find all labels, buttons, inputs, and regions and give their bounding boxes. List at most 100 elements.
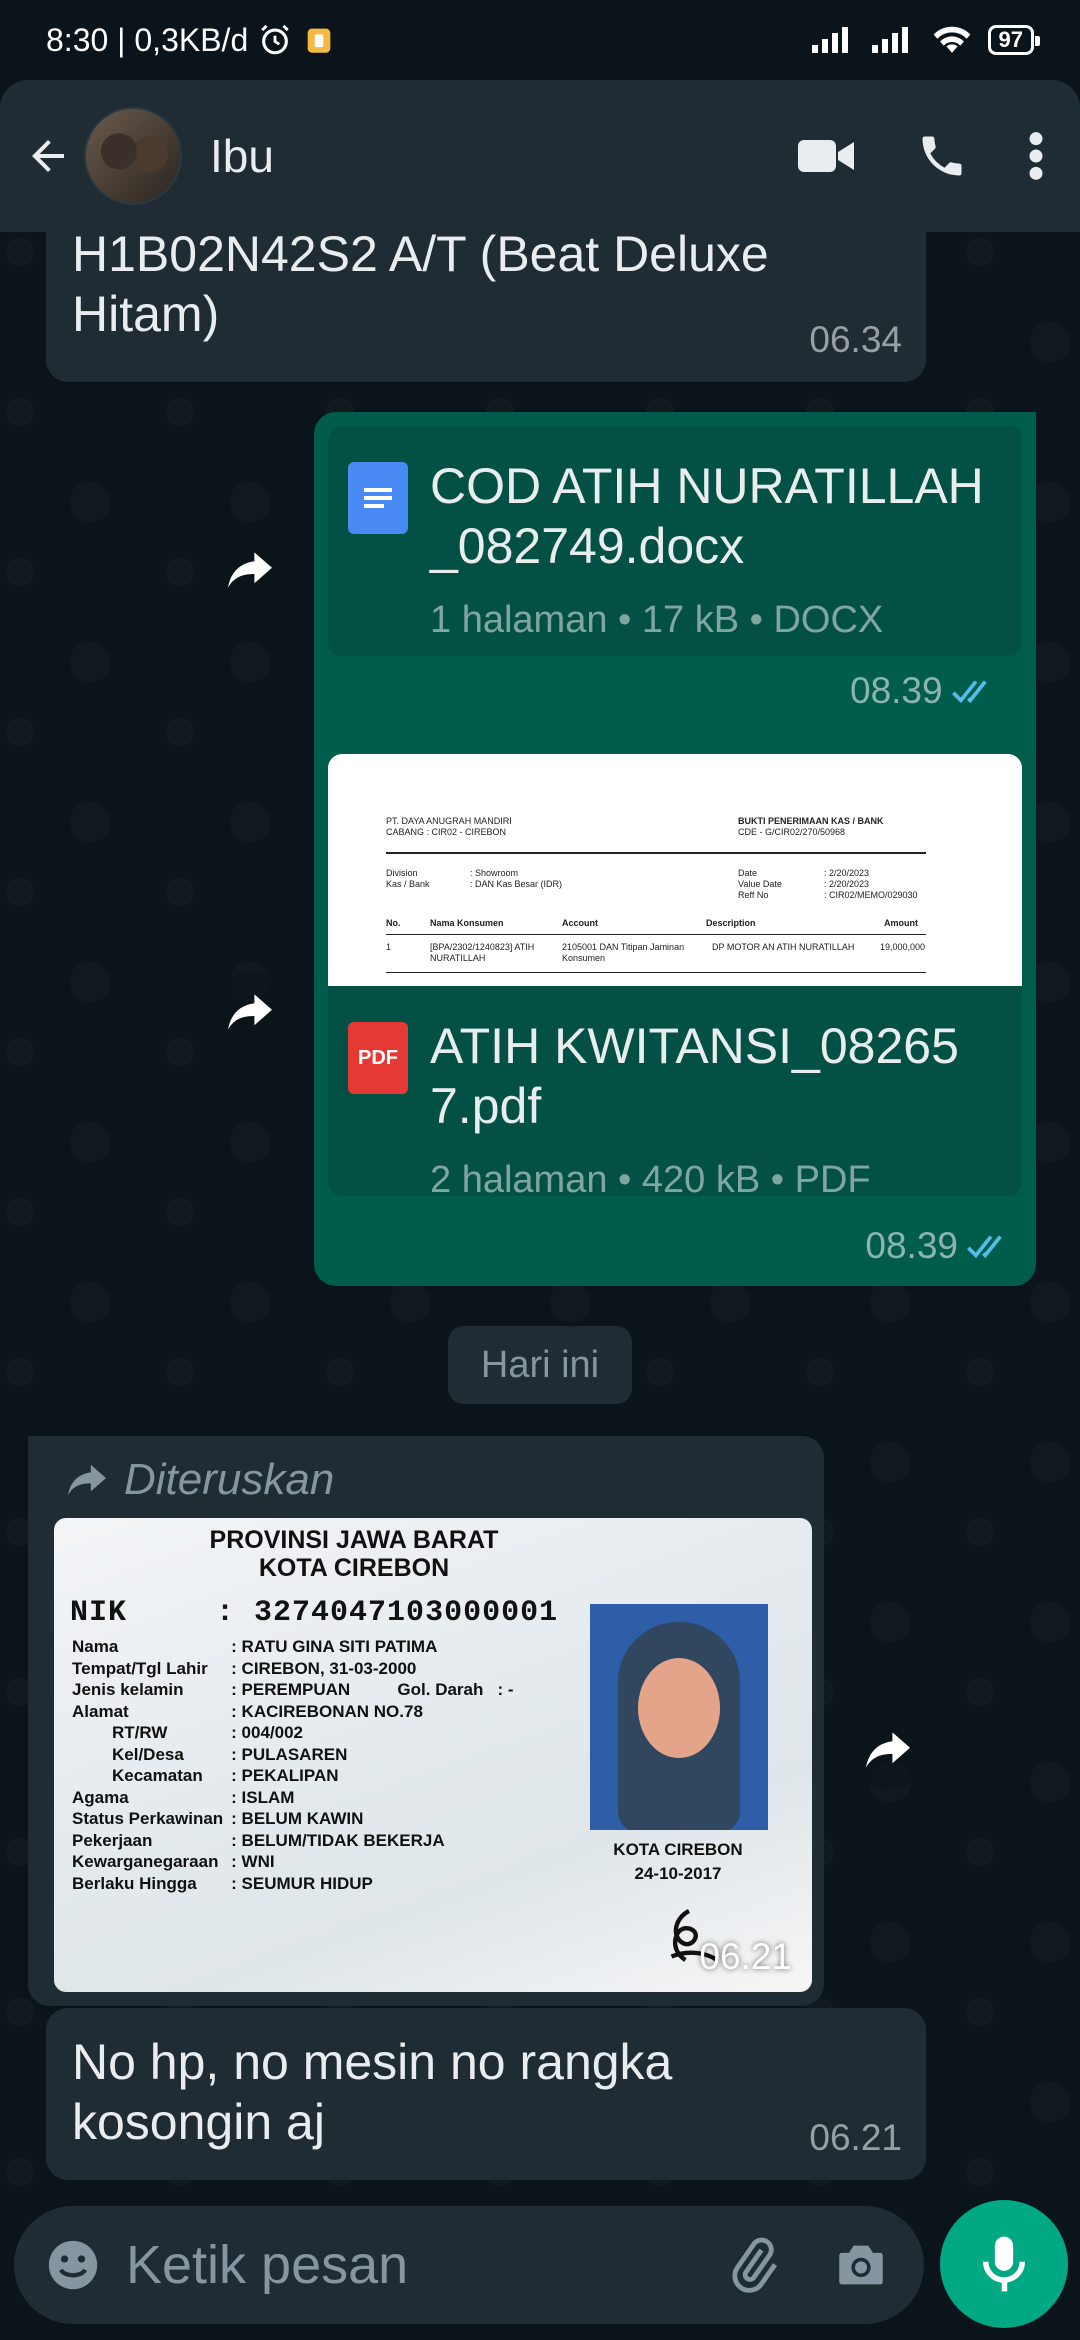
avatar[interactable] [84,107,182,205]
ktp-row: Agama : ISLAM [68,1787,518,1809]
col-amount: Amount [884,918,918,928]
ktp-nik: NIK : 3274047103000001 [70,1596,558,1630]
row-nama: [BPA/2302/1240823] ATIH NURATILLAH [430,942,535,963]
ktp-value: : PEREMPUAN Gol. Darah : - [231,1680,514,1699]
message-incoming[interactable]: No hp, no mesin no rangka kosongin aj 06… [46,2008,926,2180]
message-time: 06.21 [809,2117,902,2158]
attach-icon[interactable] [724,2236,782,2294]
notification-icon [307,28,331,53]
phone-icon[interactable] [916,130,968,182]
back-arrow-icon [32,140,64,172]
row-account: 2105001 DAN Titipan Jaminan Konsumen [562,942,685,963]
message-input-bar[interactable]: Ketik pesan [14,2206,924,2324]
message-time: 06.21 [699,1936,792,1977]
read-ticks-icon [951,680,987,704]
ktp-value: : PEKALIPAN [231,1766,339,1785]
ktp-label: Status Perkawinan [72,1809,224,1828]
voice-message-button[interactable] [940,2200,1068,2328]
emoji-icon[interactable] [44,2236,102,2294]
ktp-photo [590,1604,768,1830]
chat-area[interactable]: H1B02N42S2 A/T (Beat Deluxe Hitam) 06.34… [0,232,1080,2200]
pdf-preview[interactable]: PT. DAYA ANUGRAH MANDIRI CABANG : CIR02 … [328,754,1022,986]
kasbank-value: : DAN Kas Besar (IDR) [470,879,563,889]
video-call-icon[interactable] [798,136,856,176]
ktp-value: : 004/002 [231,1723,304,1742]
status-time-speed: 8:30 | 0,3KB/d [46,21,249,58]
ktp-label: Pekerjaan [72,1830,153,1850]
document-card[interactable]: COD ATIH NURATILLAH_082749.docx 1 halama… [328,426,1022,656]
value-date-label: Value Date [738,879,782,889]
camera-icon[interactable] [832,2236,890,2294]
ktp-label: Agama [72,1787,129,1807]
id-card-image[interactable]: PROVINSI JAWA BARAT KOTA CIREBON NIK : 3… [54,1518,812,1992]
ktp-label: Jenis kelamin [72,1680,184,1699]
ktp-value: : SEUMUR HIDUP [231,1873,373,1893]
mic-icon [982,2236,1026,2292]
ktp-label: Alamat [72,1701,129,1721]
message-input[interactable]: Ketik pesan [126,2234,408,2296]
day-separator: Hari ini [448,1326,632,1404]
read-ticks-icon [967,1235,1002,1259]
receipt-company: PT. DAYA ANUGRAH MANDIRI [386,816,512,826]
division-value: : Showroom [470,868,519,878]
ktp-row: Status Perkawinan : BELUM KAWIN [68,1808,518,1830]
message-text: H1B02N42S2 A/T (Beat Deluxe Hitam) [72,232,769,342]
alarm-icon [261,24,289,55]
pdf-icon-label: PDF [358,1047,398,1069]
ktp-label: Kel/Desa [112,1744,184,1764]
status-bar: 8:30 | 0,3KB/d 97 [0,0,1080,80]
ktp-row: Berlaku Hingga : SEUMUR HIDUP [68,1873,518,1895]
ktp-value: : CIREBON, 31-03-2000 [231,1658,417,1678]
reff-label: Reff No [738,890,769,900]
back-button[interactable] [16,124,80,188]
ktp-value: : PULASAREN [231,1744,348,1764]
ktp-issue: KOTA CIREBON 24-10-2017 [578,1838,778,1886]
ktp-label: Kecamatan [112,1766,203,1785]
ktp-value: : BELUM KAWIN [231,1809,364,1828]
ktp-city: KOTA CIREBON [258,1554,450,1582]
forward-button[interactable] [210,530,290,610]
ktp-value: : ISLAM [231,1787,295,1807]
ktp-label: Berlaku Hingga [72,1873,197,1893]
row-amount: 19,000,000 [880,942,926,952]
battery-icon: 97 [987,25,1041,55]
ktp-province: PROVINSI JAWA BARAT [209,1526,499,1554]
chat-header: Ibu [0,80,1080,232]
message-status: 08.39 [865,1216,1012,1276]
receipt-divider [386,972,926,973]
docx-file-icon [348,462,408,534]
share-arrow-icon [228,994,272,1030]
row-no: 1 [386,942,392,952]
receipt-code: CDE - G/CIR02/270/50968 [738,827,846,837]
document-meta: 2 halaman • 420 kB • PDF [430,1159,871,1201]
document-file-name: COD ATIH NURATILLAH_082749.docx [430,458,984,574]
ktp-row: Kecamatan : PEKALIPAN [68,1765,518,1787]
message-time: 06.34 [809,319,902,360]
date-label: Date [738,868,758,878]
ktp-row: Kel/Desa : PULASAREN [68,1744,518,1766]
message-outgoing-pdf[interactable]: PT. DAYA ANUGRAH MANDIRI CABANG : CIR02 … [314,740,1036,1286]
message-incoming[interactable]: H1B02N42S2 A/T (Beat Deluxe Hitam) 06.34 [46,232,926,382]
contact-name[interactable]: Ibu [210,129,274,183]
col-description: Description [706,918,756,928]
message-text: No hp, no mesin no rangka kosongin aj [72,2034,673,2150]
message-time: 08.39 [850,670,943,711]
ktp-label: Tempat/Tgl Lahir [72,1658,208,1678]
ktp-nik-label: NIK [70,1596,128,1630]
message-status: 08.39 [850,670,997,712]
signal-icon [871,27,908,53]
receipt-divider [386,934,926,935]
forward-button[interactable] [210,972,290,1052]
wifi-icon [933,26,970,53]
forwarded-indicator: Diteruskan [64,1450,334,1510]
document-card[interactable]: PDF ATIH KWITANSI_082657.pdf 2 halaman •… [328,986,1022,1201]
document-file-name: ATIH KWITANSI_082657.pdf [430,1018,959,1134]
ktp-row: Alamat: KACIREBONAN NO.78 [68,1701,518,1723]
ktp-issue-city: KOTA CIREBON [613,1840,743,1859]
forwarded-label: Diteruskan [124,1455,335,1504]
more-vert-icon[interactable] [1028,130,1044,182]
forward-button[interactable] [848,1710,928,1790]
signal-icon [811,27,848,53]
kasbank-label: Kas / Bank [386,879,430,889]
message-time: 08.39 [865,1225,958,1266]
